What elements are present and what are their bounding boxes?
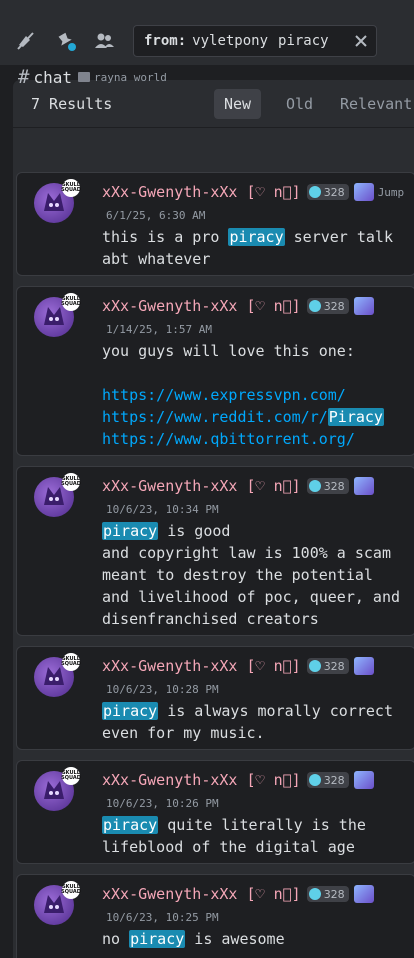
channel-header[interactable]: # chat rayna world	[18, 66, 167, 88]
message-timestamp: 10/6/23, 10:26 PM	[106, 797, 219, 810]
search-result-message[interactable]: SKULL SQUAD xXx-Gwenyth-xXx [♡ n⃝] 328 10/6…	[16, 646, 414, 750]
message-text: you guys will love this one:	[102, 342, 355, 360]
search-highlight: Piracy	[327, 408, 384, 426]
author-name[interactable]: xXx-Gwenyth-xXx [♡ n⃝]	[102, 657, 301, 675]
search-input[interactable]: from: vyletpony piracy	[133, 25, 377, 57]
folder-icon	[77, 72, 90, 82]
message-timestamp: 1/14/25, 1:57 AM	[106, 323, 212, 336]
channel-hash-icon: #	[18, 66, 30, 88]
search-from-value: vyletpony	[192, 33, 269, 49]
channel-name: chat	[33, 67, 72, 87]
author-name[interactable]: xXx-Gwenyth-xXx [♡ n⃝]	[102, 297, 301, 315]
search-highlight: piracy	[228, 228, 285, 246]
jump-button[interactable]: Jump	[378, 186, 405, 199]
message-text: no	[102, 930, 130, 948]
top-bar: from: vyletpony piracy	[0, 0, 414, 66]
message-content: piracy is always morally correct even fo…	[102, 700, 402, 744]
avatar-badge: SKULL SQUAD	[61, 653, 81, 671]
member-list-icon[interactable]	[93, 30, 115, 52]
server-name: rayna world	[93, 70, 167, 84]
author-name[interactable]: xXx-Gwenyth-xXx [♡ n⃝]	[102, 477, 301, 495]
avatar[interactable]: SKULL SQUAD	[34, 767, 81, 811]
search-from-label: from:	[144, 33, 187, 49]
avatar[interactable]: SKULL SQUAD	[34, 473, 81, 517]
author-line: xXx-Gwenyth-xXx [♡ n⃝] 328	[102, 657, 374, 675]
search-result-message[interactable]: SKULL SQUAD xXx-Gwenyth-xXx [♡ n⃝] 328 10/6…	[16, 874, 414, 958]
avatar[interactable]: SKULL SQUAD	[34, 293, 81, 337]
skull-icon	[308, 480, 321, 492]
avatar[interactable]: SKULL SQUAD	[34, 179, 81, 223]
message-content: piracy quite literally is the lifeblood …	[102, 814, 402, 858]
search-highlight: piracy	[102, 522, 159, 540]
role-icon	[353, 183, 374, 201]
server-tag[interactable]: 328	[306, 184, 349, 200]
search-result-message[interactable]: SKULL SQUAD xXx-Gwenyth-xXx [♡ n⃝] 328 10/6…	[16, 760, 414, 864]
author-line: xXx-Gwenyth-xXx [♡ n⃝] 328	[102, 297, 374, 315]
server-tag[interactable]: 328	[306, 478, 349, 494]
avatar-badge: SKULL SQUAD	[61, 767, 81, 785]
search-highlight: piracy	[102, 702, 159, 720]
search-result-message[interactable]: SKULL SQUAD xXx-Gwenyth-xXx [♡ n⃝] 328 1/14…	[16, 286, 414, 456]
author-line: xXx-Gwenyth-xXx [♡ n⃝] 328 Jump	[102, 183, 404, 201]
server-tag-number: 328	[323, 479, 345, 493]
role-icon	[353, 885, 374, 903]
mute-icon[interactable]	[14, 30, 36, 52]
server-tag-number: 328	[323, 659, 345, 673]
search-result-message[interactable]: SKULL SQUAD xXx-Gwenyth-xXx [♡ n⃝] 328 Jump…	[16, 172, 414, 276]
search-highlight: piracy	[102, 816, 159, 834]
role-icon	[353, 477, 374, 495]
avatar-badge: SKULL SQUAD	[61, 473, 81, 491]
author-line: xXx-Gwenyth-xXx [♡ n⃝] 328	[102, 885, 374, 903]
results-count: 7 Results	[31, 95, 113, 113]
sort-tab-old[interactable]: Old	[276, 89, 323, 119]
search-query: piracy	[278, 33, 329, 49]
role-icon	[353, 297, 374, 315]
message-content: you guys will love this one: https://www…	[102, 340, 402, 450]
avatar[interactable]: SKULL SQUAD	[34, 881, 81, 925]
author-name[interactable]: xXx-Gwenyth-xXx [♡ n⃝]	[102, 885, 301, 903]
search-highlight: piracy	[129, 930, 186, 948]
author-line: xXx-Gwenyth-xXx [♡ n⃝] 328	[102, 477, 374, 495]
message-content: piracy is good and copyright law is 100%…	[102, 520, 402, 630]
avatar-badge: SKULL SQUAD	[61, 293, 81, 311]
clear-search-icon[interactable]	[352, 32, 370, 50]
author-name[interactable]: xXx-Gwenyth-xXx [♡ n⃝]	[102, 771, 301, 789]
message-text: is awesome	[185, 930, 285, 948]
message-timestamp: 10/6/23, 10:34 PM	[106, 503, 219, 516]
server-tag[interactable]: 328	[306, 298, 349, 314]
sort-tab-relevant[interactable]: Relevant	[330, 89, 414, 119]
message-content: this is a pro piracy server talk abt wha…	[102, 226, 402, 270]
avatar-badge: SKULL SQUAD	[61, 179, 81, 197]
message-timestamp: 6/1/25, 6:30 AM	[106, 209, 206, 222]
server-tag[interactable]: 328	[306, 772, 349, 788]
skull-icon	[308, 660, 321, 672]
message-content: no piracy is awesome	[102, 928, 402, 950]
server-tag-number: 328	[323, 773, 345, 787]
message-link[interactable]: https://www.qbittorrent.org/	[102, 430, 355, 448]
message-text: this is a pro	[102, 228, 229, 246]
avatar[interactable]: SKULL SQUAD	[34, 653, 81, 697]
author-name[interactable]: xXx-Gwenyth-xXx [♡ n⃝]	[102, 183, 301, 201]
server-tag[interactable]: 328	[306, 886, 349, 902]
server-tag[interactable]: 328	[306, 658, 349, 674]
author-line: xXx-Gwenyth-xXx [♡ n⃝] 328	[102, 771, 374, 789]
avatar-badge: SKULL SQUAD	[61, 881, 81, 899]
server-tag-number: 328	[323, 299, 345, 313]
server-tag-number: 328	[323, 887, 345, 901]
role-icon	[353, 657, 374, 675]
search-result-message[interactable]: SKULL SQUAD xXx-Gwenyth-xXx [♡ n⃝] 328 10/6…	[16, 466, 414, 636]
message-link[interactable]: https://www.expressvpn.com/ https://www.…	[102, 386, 346, 426]
skull-icon	[308, 774, 321, 786]
server-tag-number: 328	[323, 185, 345, 199]
message-timestamp: 10/6/23, 10:28 PM	[106, 683, 219, 696]
sort-tab-new[interactable]: New	[214, 89, 262, 119]
skull-icon	[308, 888, 321, 900]
skull-icon	[308, 300, 321, 312]
role-icon	[353, 771, 374, 789]
message-timestamp: 10/6/23, 10:25 PM	[106, 911, 219, 924]
skull-icon	[308, 186, 321, 198]
pinned-messages-icon[interactable]	[55, 30, 77, 52]
